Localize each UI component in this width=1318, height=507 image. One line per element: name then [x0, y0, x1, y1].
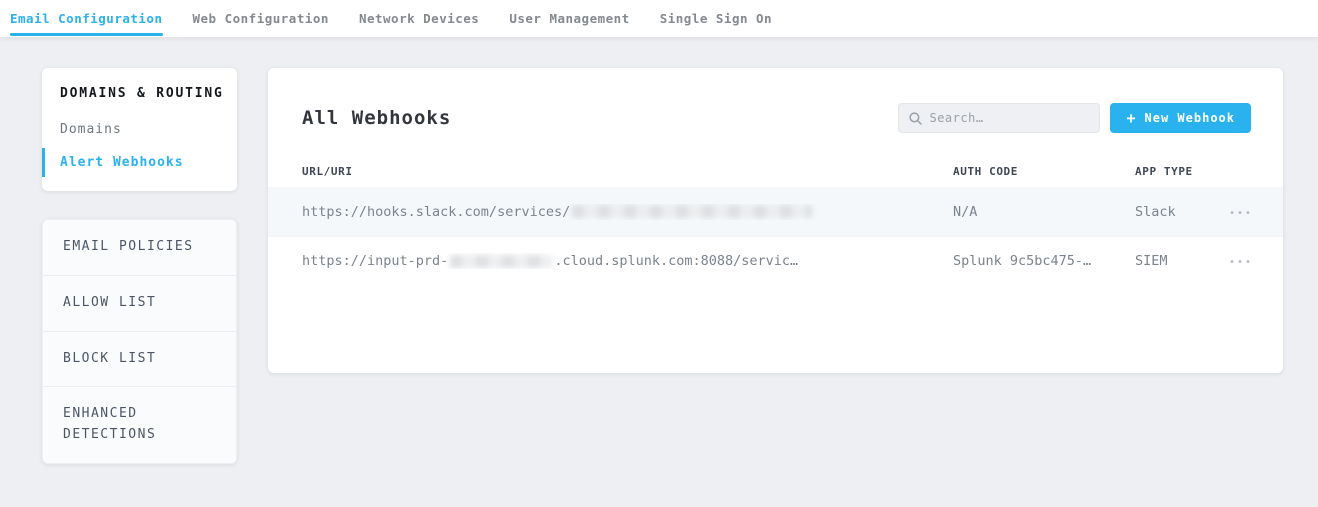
auth-code-cell: N/A: [953, 204, 1135, 220]
new-webhook-button-label: New Webhook: [1145, 111, 1235, 125]
table-header-row: URL/URI AUTH CODE APP TYPE: [268, 165, 1283, 178]
webhook-url-cell: https://hooks.slack.com/services/: [302, 204, 953, 220]
page-content: DOMAINS & ROUTING Domains Alert Webhooks…: [0, 37, 1318, 464]
sidebar-item-alert-webhooks[interactable]: Alert Webhooks: [42, 146, 237, 179]
sidebar-item-email-policies[interactable]: EMAIL POLICIES: [43, 220, 236, 275]
domains-routing-title: DOMAINS & ROUTING: [42, 84, 237, 113]
row-more-menu-icon[interactable]: •••: [1229, 208, 1253, 219]
app-type-cell: SIEM: [1135, 253, 1213, 269]
plus-icon: +: [1126, 111, 1136, 126]
tab-email-configuration[interactable]: Email Configuration: [10, 0, 163, 37]
page-title: All Webhooks: [302, 107, 451, 129]
sidebar-item-block-list[interactable]: BLOCK LIST: [43, 331, 236, 387]
webhooks-panel: All Webhooks + New Webhook URL/URI A: [268, 68, 1283, 373]
search-input[interactable]: [929, 111, 1089, 125]
redacted-url-segment: [450, 255, 552, 268]
panel-header-actions: + New Webhook: [898, 103, 1251, 133]
webhook-url-suffix: .cloud.splunk.com:8088/servic…: [554, 253, 798, 269]
search-icon: [909, 112, 922, 125]
column-header-auth-code: AUTH CODE: [953, 165, 1135, 178]
tab-user-management[interactable]: User Management: [509, 0, 629, 37]
sidebar-item-enhanced-detections[interactable]: ENHANCED DETECTIONS: [43, 386, 236, 463]
sidebar-item-domains[interactable]: Domains: [42, 113, 237, 146]
row-more-menu-icon[interactable]: •••: [1229, 257, 1253, 268]
top-tab-bar: Email Configuration Web Configuration Ne…: [0, 0, 1318, 37]
sidebar: DOMAINS & ROUTING Domains Alert Webhooks…: [42, 68, 237, 464]
domains-routing-card: DOMAINS & ROUTING Domains Alert Webhooks: [42, 68, 237, 191]
policies-card: EMAIL POLICIES ALLOW LIST BLOCK LIST ENH…: [42, 219, 237, 464]
tab-single-sign-on[interactable]: Single Sign On: [660, 0, 772, 37]
redacted-url-segment: [572, 205, 812, 218]
column-header-url: URL/URI: [302, 165, 953, 178]
tab-network-devices[interactable]: Network Devices: [359, 0, 479, 37]
webhook-url-cell: https://input-prd- .cloud.splunk.com:808…: [302, 253, 953, 269]
auth-code-cell: Splunk 9c5bc475-…: [953, 253, 1135, 269]
tab-web-configuration[interactable]: Web Configuration: [193, 0, 329, 37]
column-header-app-type: APP TYPE: [1135, 165, 1213, 178]
webhooks-table: URL/URI AUTH CODE APP TYPE https://hooks…: [268, 165, 1283, 285]
search-box[interactable]: [898, 103, 1100, 133]
new-webhook-button[interactable]: + New Webhook: [1110, 103, 1251, 133]
webhook-url-prefix: https://hooks.slack.com/services/: [302, 204, 570, 220]
panel-header: All Webhooks + New Webhook: [268, 68, 1283, 133]
app-type-cell: Slack: [1135, 204, 1213, 220]
sidebar-item-allow-list[interactable]: ALLOW LIST: [43, 275, 236, 331]
table-row[interactable]: https://input-prd- .cloud.splunk.com:808…: [268, 236, 1283, 285]
webhook-url-prefix: https://input-prd-: [302, 253, 448, 269]
table-row[interactable]: https://hooks.slack.com/services/ N/A Sl…: [268, 187, 1283, 236]
